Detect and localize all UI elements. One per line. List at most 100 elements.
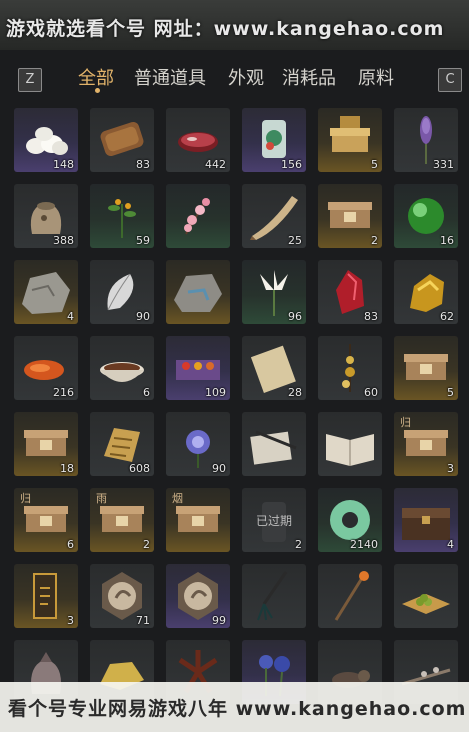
item-slot-open-book[interactable]	[318, 412, 382, 476]
item-count: 99	[212, 614, 226, 627]
item-count: 83	[364, 310, 378, 323]
item-slot-jade-jar[interactable]: 156	[242, 108, 306, 172]
item-slot-white-feather[interactable]: 90	[90, 260, 154, 324]
item-slot-red-crystal[interactable]: 83	[318, 260, 382, 324]
item-count: 16	[440, 234, 454, 247]
tab-materials[interactable]: 原料	[358, 64, 394, 90]
next-tab-key[interactable]: C	[438, 68, 462, 92]
stone2-icon	[174, 274, 222, 312]
item-count: 608	[129, 462, 150, 475]
item-slot-spice-box[interactable]: 109	[166, 336, 230, 400]
item-slot-bird-medal[interactable]: 99	[166, 564, 230, 628]
item-count: 90	[212, 462, 226, 475]
item-count: 388	[53, 234, 74, 247]
item-slot-green-orb[interactable]: 16	[394, 184, 458, 248]
item-count: 156	[281, 158, 302, 171]
item-slot-bird-medal[interactable]: 71	[90, 564, 154, 628]
item-slot-tea-tray[interactable]	[394, 564, 458, 628]
item-slot-return-box[interactable]: 归3	[394, 412, 458, 476]
item-slot-gold-chest[interactable]: 5	[318, 108, 382, 172]
bottom-banner: 看个号专业网易游戏八年 www.kangehao.com	[0, 682, 469, 732]
item-count: 28	[288, 386, 302, 399]
blossom-icon	[184, 198, 210, 235]
prev-tab-key[interactable]: Z	[18, 68, 42, 92]
item-slot-stone-ore[interactable]: 4	[14, 260, 78, 324]
item-tag: 烟	[172, 492, 183, 505]
book-icon	[326, 434, 374, 466]
item-tag: 归	[20, 492, 31, 505]
item-slot-lavender-flower[interactable]: 331	[394, 108, 458, 172]
item-count: 90	[136, 310, 150, 323]
item-count: 109	[205, 386, 226, 399]
item-count: 3	[447, 462, 454, 475]
item-slot-horn[interactable]: 25	[242, 184, 306, 248]
item-slot-herb-sprig[interactable]: 59	[90, 184, 154, 248]
item-slot-hair-tassel[interactable]	[242, 564, 306, 628]
item-slot-steamed-buns[interactable]: 148	[14, 108, 78, 172]
item-count: 216	[53, 386, 74, 399]
item-slot-orange-fish[interactable]: 216	[14, 336, 78, 400]
item-slot-supply-box[interactable]: 5	[394, 336, 458, 400]
item-slot-jade-ring[interactable]: 2140	[318, 488, 382, 552]
item-tag: 归	[400, 416, 411, 429]
item-slot-mineral-ore[interactable]	[166, 260, 230, 324]
item-slot-rice-sack[interactable]: 388	[14, 184, 78, 248]
expired-label: 已过期	[255, 514, 292, 528]
item-slot-dried-meat[interactable]: 83	[90, 108, 154, 172]
item-slot-return-box[interactable]: 归6	[14, 488, 78, 552]
item-slot-beaded-charm[interactable]: 60	[318, 336, 382, 400]
item-count: 2	[371, 234, 378, 247]
tray-icon	[402, 594, 450, 614]
item-count: 18	[60, 462, 74, 475]
item-slot-smoke-box[interactable]: 烟	[166, 488, 230, 552]
item-slot-ink-brush-paper[interactable]	[242, 412, 306, 476]
item-tag: 雨	[96, 492, 107, 505]
item-count: 5	[371, 158, 378, 171]
item-slot-meat-bowl[interactable]: 6	[90, 336, 154, 400]
tassel-icon	[257, 571, 288, 621]
tab-common-items[interactable]: 普通道具	[134, 64, 206, 90]
item-slot-expired-item[interactable]: 已过期 2	[242, 488, 306, 552]
item-slot-pink-blossom[interactable]	[166, 184, 230, 248]
item-count: 83	[136, 158, 150, 171]
item-count: 59	[136, 234, 150, 247]
item-slot-supply-box[interactable]: 18	[14, 412, 78, 476]
top-watermark: 游戏就选看个号 网址：www.kangehao.com	[6, 18, 445, 40]
item-slot-purple-chrysanthemum[interactable]: 90	[166, 412, 230, 476]
item-slot-gold-nugget[interactable]: 62	[394, 260, 458, 324]
item-slot-golden-tablet[interactable]: 608	[90, 412, 154, 476]
item-count: 4	[67, 310, 74, 323]
active-tab-indicator	[95, 88, 100, 93]
tab-consumables[interactable]: 消耗品	[282, 64, 336, 90]
brushpaper-icon	[250, 430, 297, 465]
item-slot-raw-meat[interactable]: 442	[166, 108, 230, 172]
item-count: 4	[447, 538, 454, 551]
item-slot-gold-token[interactable]: 3	[14, 564, 78, 628]
top-banner: 游戏就选看个号 网址：www.kangehao.com	[0, 0, 469, 50]
item-slot-white-flower[interactable]: 96	[242, 260, 306, 324]
item-slot-rain-box[interactable]: 雨2	[90, 488, 154, 552]
item-count: 60	[364, 386, 378, 399]
item-count: 25	[288, 234, 302, 247]
item-count: 71	[136, 614, 150, 627]
tab-appearance[interactable]: 外观	[228, 64, 264, 90]
bottom-watermark: 看个号专业网易游戏八年 www.kangehao.com	[8, 698, 467, 720]
item-count: 2140	[350, 538, 378, 551]
item-slot-paper-scroll[interactable]: 28	[242, 336, 306, 400]
item-slot-wooden-chest[interactable]: 4	[394, 488, 458, 552]
item-count: 2	[143, 538, 150, 551]
item-count: 62	[440, 310, 454, 323]
item-count: 2	[295, 538, 302, 551]
item-count: 6	[143, 386, 150, 399]
item-count: 442	[205, 158, 226, 171]
item-count: 331	[433, 158, 454, 171]
item-slot-supply-box[interactable]: 2	[318, 184, 382, 248]
staff-icon	[334, 571, 369, 621]
item-count: 3	[67, 614, 74, 627]
item-count: 148	[53, 158, 74, 171]
item-count: 96	[288, 310, 302, 323]
item-count: 5	[447, 386, 454, 399]
item-count: 6	[67, 538, 74, 551]
tab-all[interactable]: 全部	[78, 64, 114, 90]
item-slot-lantern-staff[interactable]	[318, 564, 382, 628]
